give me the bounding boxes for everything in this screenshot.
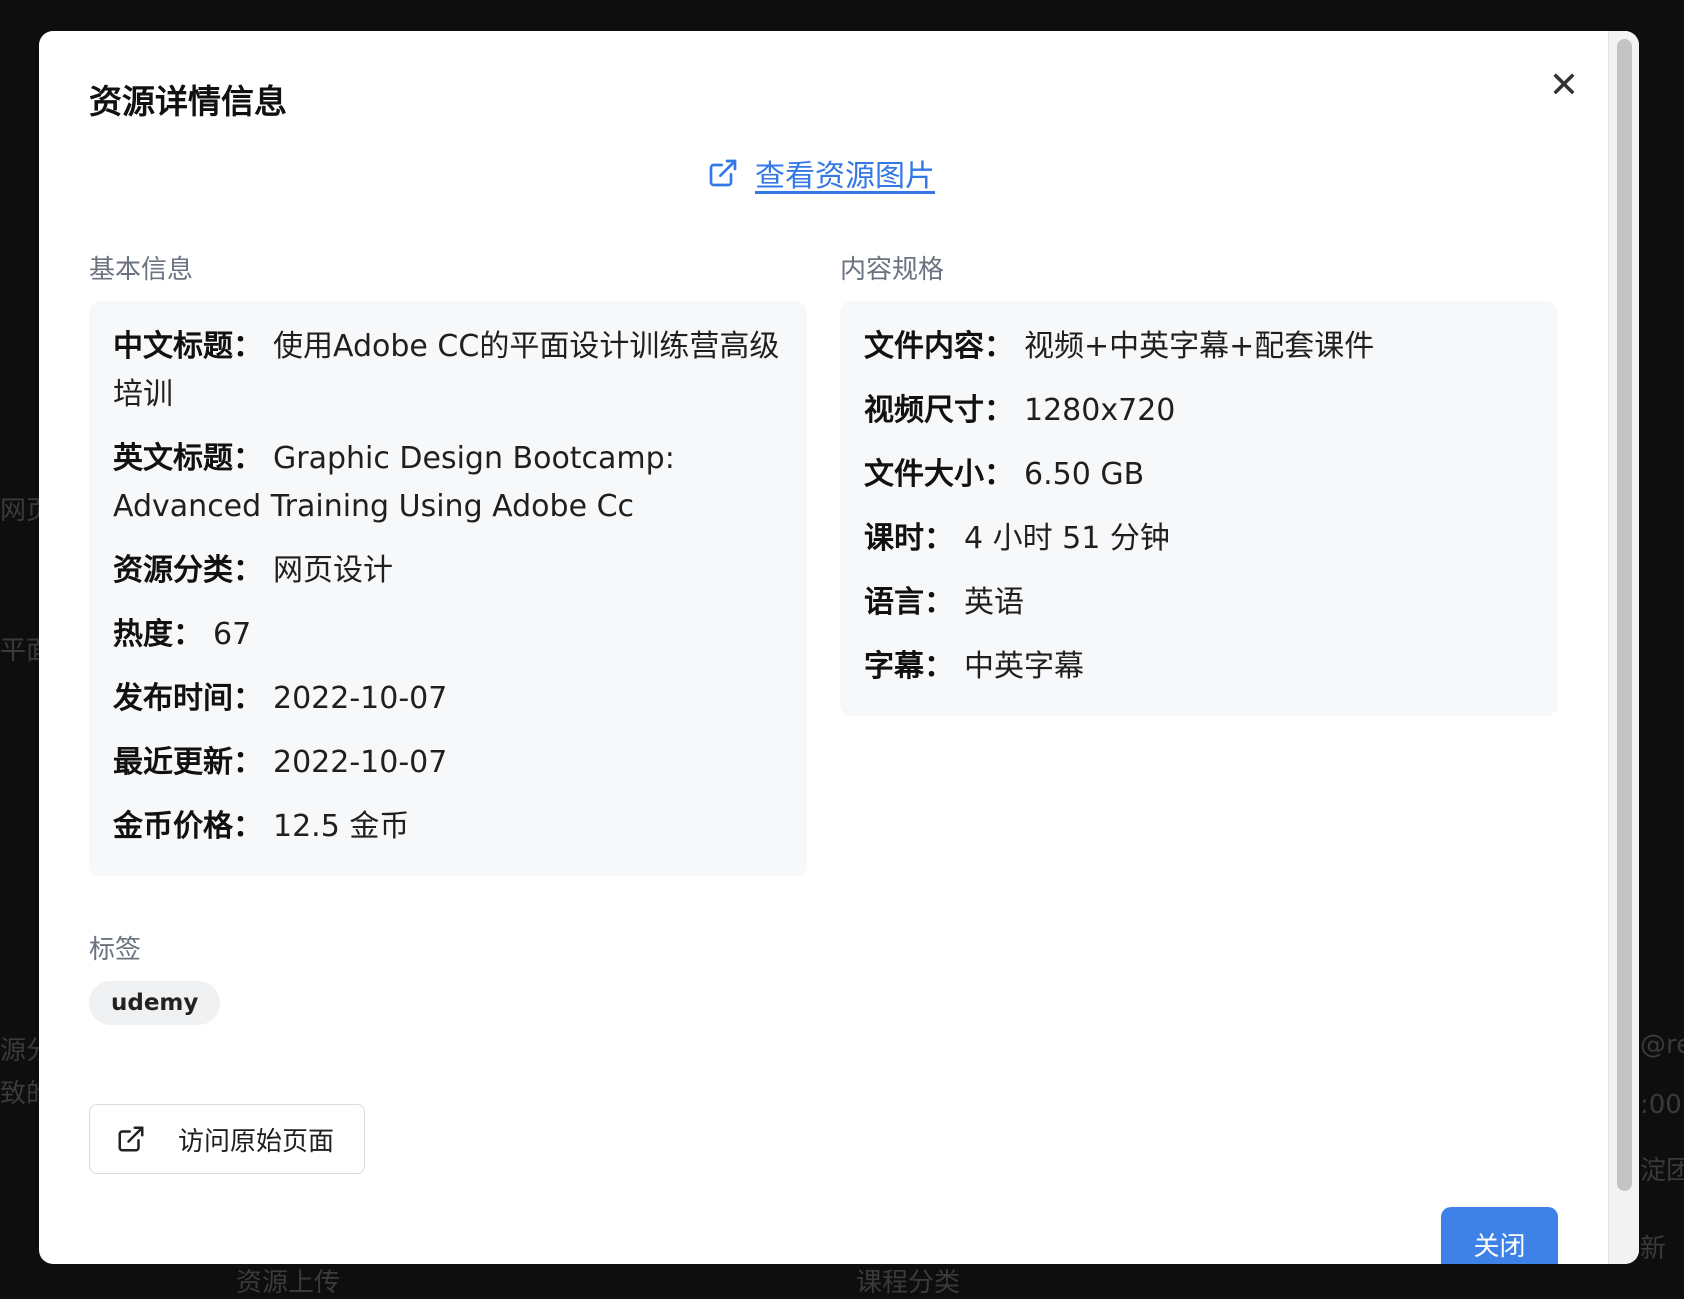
spec-key: 文件内容：: [864, 329, 1014, 364]
spec-row-language: 语言： 英语: [864, 579, 1534, 627]
info-key: 热度：: [113, 617, 203, 652]
content-spec-card: 文件内容： 视频+中英字幕+配套课件 视频尺寸： 1280x720 文件大小： 6.5…: [840, 301, 1558, 716]
info-row-english-title: 英文标题： Graphic Design Bootcamp: Advanced T…: [113, 435, 783, 531]
spec-value: 中英字幕: [964, 649, 1084, 684]
spec-key: 语言：: [864, 585, 954, 620]
tags-heading: 标签: [89, 935, 142, 965]
spec-row-file-size: 文件大小： 6.50 GB: [864, 451, 1534, 499]
background-text: 课程分类: [856, 1268, 961, 1298]
view-resource-image-label: 查看资源图片: [755, 159, 935, 194]
info-row-last-update: 最近更新： 2022-10-07: [113, 739, 783, 787]
info-key: 英文标题：: [113, 441, 263, 476]
background-text: :00: [1640, 1090, 1682, 1120]
background-text: 新: [1640, 1234, 1667, 1264]
visit-original-page-button[interactable]: 访问原始页面: [89, 1104, 365, 1174]
close-icon[interactable]: ✕: [1539, 61, 1589, 111]
spec-value: 视频+中英字幕+配套课件: [1024, 329, 1375, 364]
basic-info-card: 中文标题： 使用Adobe CC的平面设计训练营高级培训 英文标题： Graphic…: [89, 301, 807, 876]
info-row-publish-date: 发布时间： 2022-10-07: [113, 675, 783, 723]
background-text: 资源上传: [236, 1268, 341, 1298]
info-value: 12.5 金币: [273, 809, 410, 844]
info-value: 2022-10-07: [273, 745, 448, 780]
info-row-popularity: 热度： 67: [113, 611, 783, 659]
info-key: 资源分类：: [113, 553, 263, 588]
external-link-icon: [709, 159, 737, 187]
info-value: 网页设计: [273, 553, 393, 588]
info-key: 发布时间：: [113, 681, 263, 716]
spec-row-subtitles: 字幕： 中英字幕: [864, 643, 1534, 691]
scrollbar-thumb[interactable]: [1617, 39, 1632, 1191]
info-row-category: 资源分类： 网页设计: [113, 547, 783, 595]
scrollbar-track[interactable]: [1608, 31, 1639, 1264]
view-resource-image-link[interactable]: 查看资源图片: [707, 151, 935, 195]
info-key: 金币价格：: [113, 809, 263, 844]
resource-detail-dialog: 资源详情信息 ✕ 查看资源图片 基本信息 中文标题： 使用Adobe CC的平面设…: [39, 31, 1639, 1264]
spec-value: 英语: [964, 585, 1024, 620]
background-text: @re: [1640, 1030, 1684, 1060]
close-button[interactable]: 关闭: [1441, 1207, 1558, 1264]
background-text: 淀团: [1640, 1156, 1684, 1186]
info-value: 67: [213, 617, 252, 652]
info-key: 中文标题：: [113, 329, 263, 364]
spec-value: 4 小时 51 分钟: [964, 521, 1170, 556]
spec-value: 1280x720: [1024, 393, 1176, 428]
spec-row-file-content: 文件内容： 视频+中英字幕+配套课件: [864, 323, 1534, 371]
content-spec-heading: 内容规格: [840, 255, 945, 285]
spec-key: 视频尺寸：: [864, 393, 1014, 428]
info-row-price: 金币价格： 12.5 金币: [113, 803, 783, 851]
spec-key: 字幕：: [864, 649, 954, 684]
spec-value: 6.50 GB: [1024, 457, 1145, 492]
spec-key: 课时：: [864, 521, 954, 556]
info-key: 最近更新：: [113, 745, 263, 780]
visit-original-page-label: 访问原始页面: [178, 1126, 335, 1157]
spec-key: 文件大小：: [864, 457, 1014, 492]
spec-row-duration: 课时： 4 小时 51 分钟: [864, 515, 1534, 563]
dialog-title: 资源详情信息: [89, 82, 287, 121]
spec-row-video-size: 视频尺寸： 1280x720: [864, 387, 1534, 435]
external-link-icon: [118, 1126, 144, 1152]
tag-chip[interactable]: udemy: [89, 981, 221, 1025]
basic-info-heading: 基本信息: [89, 255, 194, 285]
info-value: 2022-10-07: [273, 681, 448, 716]
info-row-chinese-title: 中文标题： 使用Adobe CC的平面设计训练营高级培训: [113, 323, 783, 419]
